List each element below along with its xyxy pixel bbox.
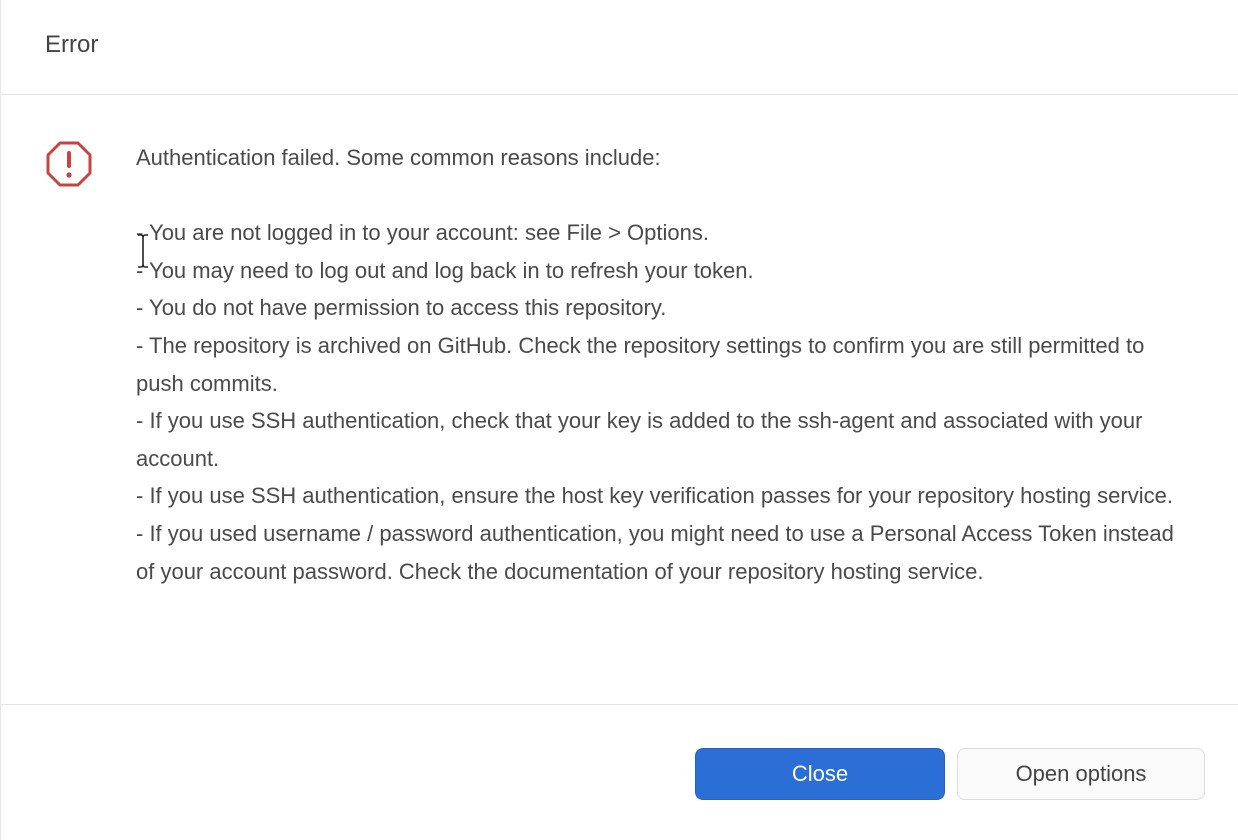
reason-item: - You may need to log out and log back i… bbox=[136, 257, 754, 283]
text-cursor-icon bbox=[136, 233, 150, 269]
error-icon bbox=[45, 140, 93, 188]
reason-item: - You do not have permission to access t… bbox=[136, 295, 667, 321]
reason-item: - If you used username / password authen… bbox=[136, 520, 1174, 584]
dialog-header: Error bbox=[1, 0, 1238, 95]
reason-item: - If you use SSH authentication, ensure … bbox=[136, 483, 1173, 509]
message-intro: Authentication failed. Some common reaso… bbox=[136, 145, 661, 170]
reason-item: - If you use SSH authentication, check t… bbox=[136, 408, 1143, 471]
error-dialog: Error Authentication failed. Some common… bbox=[0, 0, 1238, 840]
reason-item: - The repository is archived on GitHub. … bbox=[136, 332, 1145, 396]
dialog-body: Authentication failed. Some common reaso… bbox=[1, 95, 1238, 705]
close-button[interactable]: Close bbox=[695, 748, 945, 800]
open-options-button[interactable]: Open options bbox=[957, 748, 1205, 800]
dialog-title: Error bbox=[45, 31, 99, 58]
dialog-footer: Close Open options bbox=[1, 705, 1238, 840]
error-message: Authentication failed. Some common reaso… bbox=[136, 139, 1196, 590]
reason-item: - You are not logged in to your account:… bbox=[136, 220, 709, 246]
